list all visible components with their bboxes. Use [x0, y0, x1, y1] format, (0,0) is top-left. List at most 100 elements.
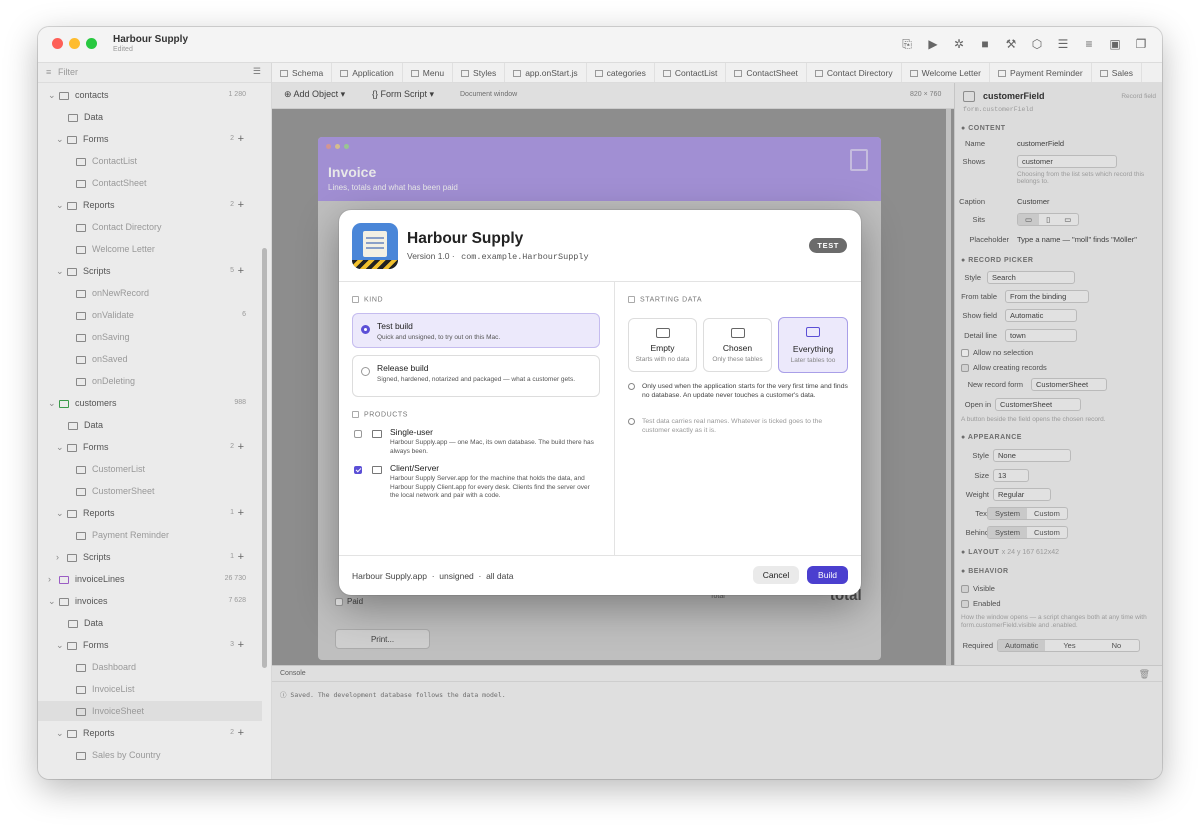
sidebar-item[interactable]: InvoiceList [38, 679, 262, 699]
sidebar-item[interactable]: ⌄ Scripts 5 + [38, 261, 262, 281]
add-icon[interactable]: + [238, 547, 244, 567]
stop-icon[interactable]: ■ [978, 37, 992, 51]
sidebar-item[interactable]: ⌄ Forms 2 + [38, 437, 262, 457]
disclosure-chevron-icon[interactable]: ⌄ [56, 503, 64, 523]
disclosure-chevron-icon[interactable]: ⌄ [48, 591, 56, 611]
sidebar-item[interactable]: Dashboard [38, 657, 262, 677]
new-document-icon[interactable]: ⎘ [900, 37, 914, 51]
hammer-icon[interactable]: ⚒ [1004, 37, 1018, 51]
sidebar-item[interactable]: Data [38, 107, 262, 127]
disclosure-chevron-icon[interactable]: › [48, 569, 56, 589]
sidebar-item[interactable]: onDeleting [38, 371, 262, 391]
kind-release-build[interactable]: Release build Signed, hardened, notarize… [352, 355, 600, 397]
run-icon[interactable]: ▶ [926, 37, 940, 51]
sidebar-item[interactable]: ⌄ customers 988 [38, 393, 262, 413]
sidebar-toggle-icon[interactable]: ▣ [1108, 37, 1122, 51]
disclosure-chevron-icon[interactable]: ⌄ [56, 129, 64, 149]
sidebar-item[interactable]: Welcome Letter [38, 239, 262, 259]
add-icon[interactable]: + [238, 129, 244, 149]
sidebar-item[interactable]: Data [38, 613, 262, 633]
zoom-button[interactable] [86, 38, 97, 49]
sidebar-item[interactable]: CustomerSheet [38, 481, 262, 501]
sidebar-item[interactable]: › Scripts 1 + [38, 547, 262, 567]
book-icon[interactable]: ❐ [1134, 37, 1148, 51]
tab[interactable]: ContactList [655, 63, 727, 82]
sliders-icon[interactable]: ☰ [1056, 37, 1070, 51]
package-icon[interactable]: ⬡ [1030, 37, 1044, 51]
tab[interactable]: Contact Directory [807, 63, 902, 82]
tab[interactable]: Payment Reminder [990, 63, 1092, 82]
sidebar-item-label: CustomerSheet [92, 486, 155, 496]
add-icon[interactable]: + [238, 635, 244, 655]
disclosure-chevron-icon[interactable]: ⌄ [56, 635, 64, 655]
sidebar-item[interactable]: Contact Directory [38, 217, 262, 237]
sidebar-item[interactable]: onValidate 6 [38, 305, 262, 325]
tab[interactable]: Welcome Letter [902, 63, 990, 82]
sidebar-item[interactable]: ⌄ Forms 3 + [38, 635, 262, 655]
add-icon[interactable]: + [238, 723, 244, 743]
sidebar-item[interactable]: onSaved [38, 349, 262, 369]
build-button[interactable]: Build [807, 566, 848, 584]
filter-bar[interactable]: ≡ Filter ☰ [38, 63, 271, 83]
folder-icon [67, 201, 77, 210]
tab[interactable]: categories [587, 63, 655, 82]
sidebar-item[interactable]: › invoiceLines 26 730 [38, 569, 262, 589]
sidebar-item[interactable]: Payment Reminder [38, 525, 262, 545]
tab[interactable]: Menu [403, 63, 454, 82]
add-icon[interactable]: + [238, 437, 244, 457]
item-icon [76, 355, 86, 364]
sidebar-item-label: Data [84, 420, 104, 430]
sidebar-item[interactable]: ⌄ Reports 2 + [38, 723, 262, 743]
filter-input[interactable]: Filter [58, 67, 78, 77]
sidebar-item[interactable]: Data [38, 415, 262, 435]
disclosure-chevron-icon[interactable]: ⌄ [48, 393, 56, 413]
tab[interactable]: Styles [453, 63, 506, 82]
tab[interactable]: Sales [1092, 63, 1142, 82]
minimize-button[interactable] [69, 38, 80, 49]
sidebar-item[interactable]: ⌄ Reports 2 + [38, 195, 262, 215]
sidebar-item[interactable]: ContactSheet [38, 173, 262, 193]
radio-selected[interactable] [361, 325, 370, 334]
sidebar-scrollbar[interactable] [262, 248, 267, 668]
sidebar-item[interactable]: onSaving [38, 327, 262, 347]
sidebar-item[interactable]: ⌄ Reports 1 + [38, 503, 262, 523]
sidebar-item[interactable]: ⌄ invoices 7 628 [38, 591, 262, 611]
add-icon[interactable]: + [238, 261, 244, 281]
sidebar-item[interactable]: CustomerList [38, 459, 262, 479]
item-count: 2 [230, 729, 234, 736]
disclosure-chevron-icon[interactable]: ⌄ [56, 437, 64, 457]
sidebar-item[interactable]: ContactList [38, 151, 262, 171]
cancel-button[interactable]: Cancel [753, 566, 799, 584]
single-user-checkbox[interactable] [354, 430, 362, 438]
disclosure-chevron-icon[interactable]: ⌄ [56, 261, 64, 281]
client-server-checkbox[interactable] [354, 466, 362, 474]
tab-icon [280, 70, 288, 78]
tab[interactable]: ContactSheet [726, 63, 807, 82]
sidebar-item[interactable]: InvoiceSheet [38, 701, 262, 721]
item-icon [76, 289, 86, 298]
align-icon[interactable]: ≡ [1082, 37, 1096, 51]
data-option-everything[interactable]: Everything Later tables too [778, 317, 848, 373]
data-option-empty[interactable]: Empty Starts with no data [628, 318, 697, 372]
disclosure-chevron-icon[interactable]: ⌄ [56, 195, 64, 215]
sidebar-item[interactable]: onNewRecord [38, 283, 262, 303]
tab[interactable]: Schema [272, 63, 333, 82]
tab[interactable]: Application [332, 63, 403, 82]
kind-test-build[interactable]: Test build Quick and unsigned, to try ou… [352, 313, 600, 348]
tab-label: categories [606, 68, 646, 78]
radio-unselected[interactable] [361, 367, 370, 376]
close-button[interactable] [52, 38, 63, 49]
list-options-icon[interactable]: ☰ [253, 66, 261, 77]
disclosure-chevron-icon[interactable]: ⌄ [56, 723, 64, 743]
add-icon[interactable]: + [238, 503, 244, 523]
debug-icon[interactable]: ✲ [952, 37, 966, 51]
tab[interactable]: app.onStart.js [505, 63, 587, 82]
data-option-chosen[interactable]: Chosen Only these tables [703, 318, 772, 372]
add-icon[interactable]: + [238, 195, 244, 215]
sidebar-item[interactable]: Sales by Country [38, 745, 262, 765]
disclosure-chevron-icon[interactable]: › [56, 547, 64, 567]
footer-divider [339, 555, 861, 556]
disclosure-chevron-icon[interactable]: ⌄ [48, 85, 56, 105]
sidebar-item[interactable]: ⌄ contacts 1 280 [38, 85, 262, 105]
sidebar-item[interactable]: ⌄ Forms 2 + [38, 129, 262, 149]
